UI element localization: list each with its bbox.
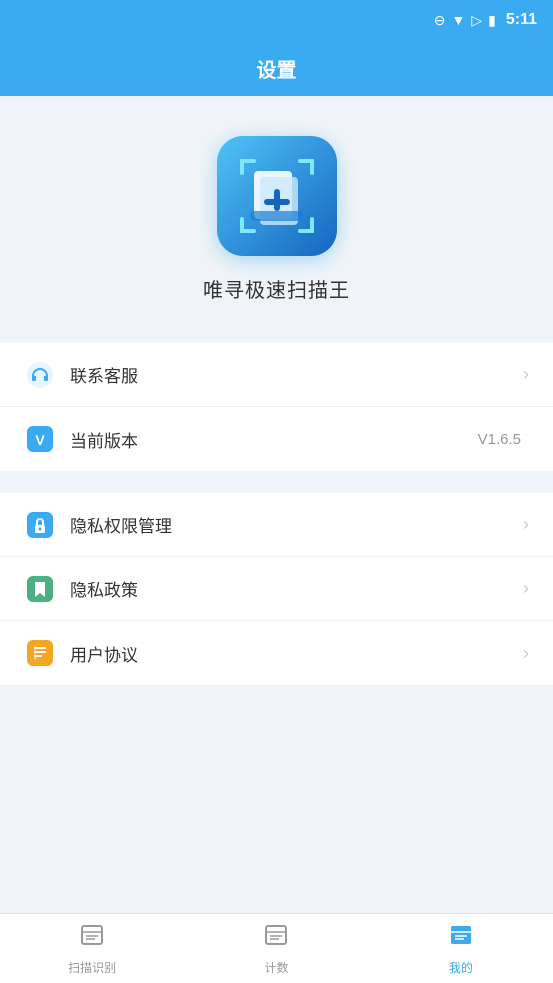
battery-icon: ▮	[488, 12, 496, 29]
tab-mine-label: 我的	[449, 959, 473, 976]
tab-scan[interactable]: 扫描识别	[0, 922, 184, 976]
user-agreement-arrow: ›	[523, 643, 529, 664]
privacy-policy-arrow: ›	[523, 578, 529, 599]
menu-item-privacy-policy[interactable]: 隐私政策 ›	[0, 557, 553, 621]
contact-support-label: 联系客服	[70, 362, 523, 387]
contact-support-arrow: ›	[523, 364, 529, 385]
app-icon	[217, 136, 337, 256]
menu-gap	[0, 471, 553, 483]
app-name: 唯寻极速扫描王	[203, 274, 350, 303]
menu-item-current-version[interactable]: V 当前版本 V1.6.5	[0, 407, 553, 471]
privacy-management-arrow: ›	[523, 514, 529, 535]
tab-mine[interactable]: 我的	[369, 922, 553, 976]
scan-tab-icon	[79, 922, 105, 955]
lock-icon	[24, 509, 56, 541]
menu-item-privacy-management[interactable]: 隐私权限管理 ›	[0, 493, 553, 557]
current-version-value: V1.6.5	[478, 431, 521, 448]
menu-group-1: 联系客服 › V 当前版本 V1.6.5	[0, 343, 553, 471]
tab-count-label: 计数	[264, 959, 288, 976]
wifi-icon: ▼	[452, 12, 466, 28]
tab-scan-label: 扫描识别	[68, 959, 116, 976]
version-icon: V	[24, 423, 56, 455]
menu-item-user-agreement[interactable]: 用户协议 ›	[0, 621, 553, 685]
privacy-management-label: 隐私权限管理	[70, 512, 523, 537]
main-content: 唯寻极速扫描王 联系客服 › V 当前版本 V1.6.5	[0, 96, 553, 913]
page-title: 设置	[257, 54, 297, 83]
mine-tab-icon	[448, 922, 474, 955]
privacy-policy-label: 隐私政策	[70, 576, 523, 601]
status-bar: ⊖ ▼ ▷ ▮ 5:11	[0, 0, 553, 40]
status-time: 5:11	[506, 11, 537, 29]
header: 设置	[0, 40, 553, 96]
tab-bar: 扫描识别 计数 我的	[0, 913, 553, 983]
count-tab-icon	[263, 922, 289, 955]
minus-circle-icon: ⊖	[434, 12, 446, 29]
app-icon-svg	[232, 151, 322, 241]
user-agreement-label: 用户协议	[70, 641, 523, 666]
svg-text:V: V	[35, 432, 45, 448]
menu-item-contact-support[interactable]: 联系客服 ›	[0, 343, 553, 407]
signal-icon: ▷	[471, 12, 482, 29]
tab-count[interactable]: 计数	[184, 922, 368, 976]
current-version-label: 当前版本	[70, 427, 478, 452]
app-icon-section: 唯寻极速扫描王	[203, 96, 350, 333]
menu-group-2: 隐私权限管理 › 隐私政策 ›	[0, 493, 553, 685]
document-icon	[24, 637, 56, 669]
bookmark-icon	[24, 573, 56, 605]
headset-icon	[24, 359, 56, 391]
